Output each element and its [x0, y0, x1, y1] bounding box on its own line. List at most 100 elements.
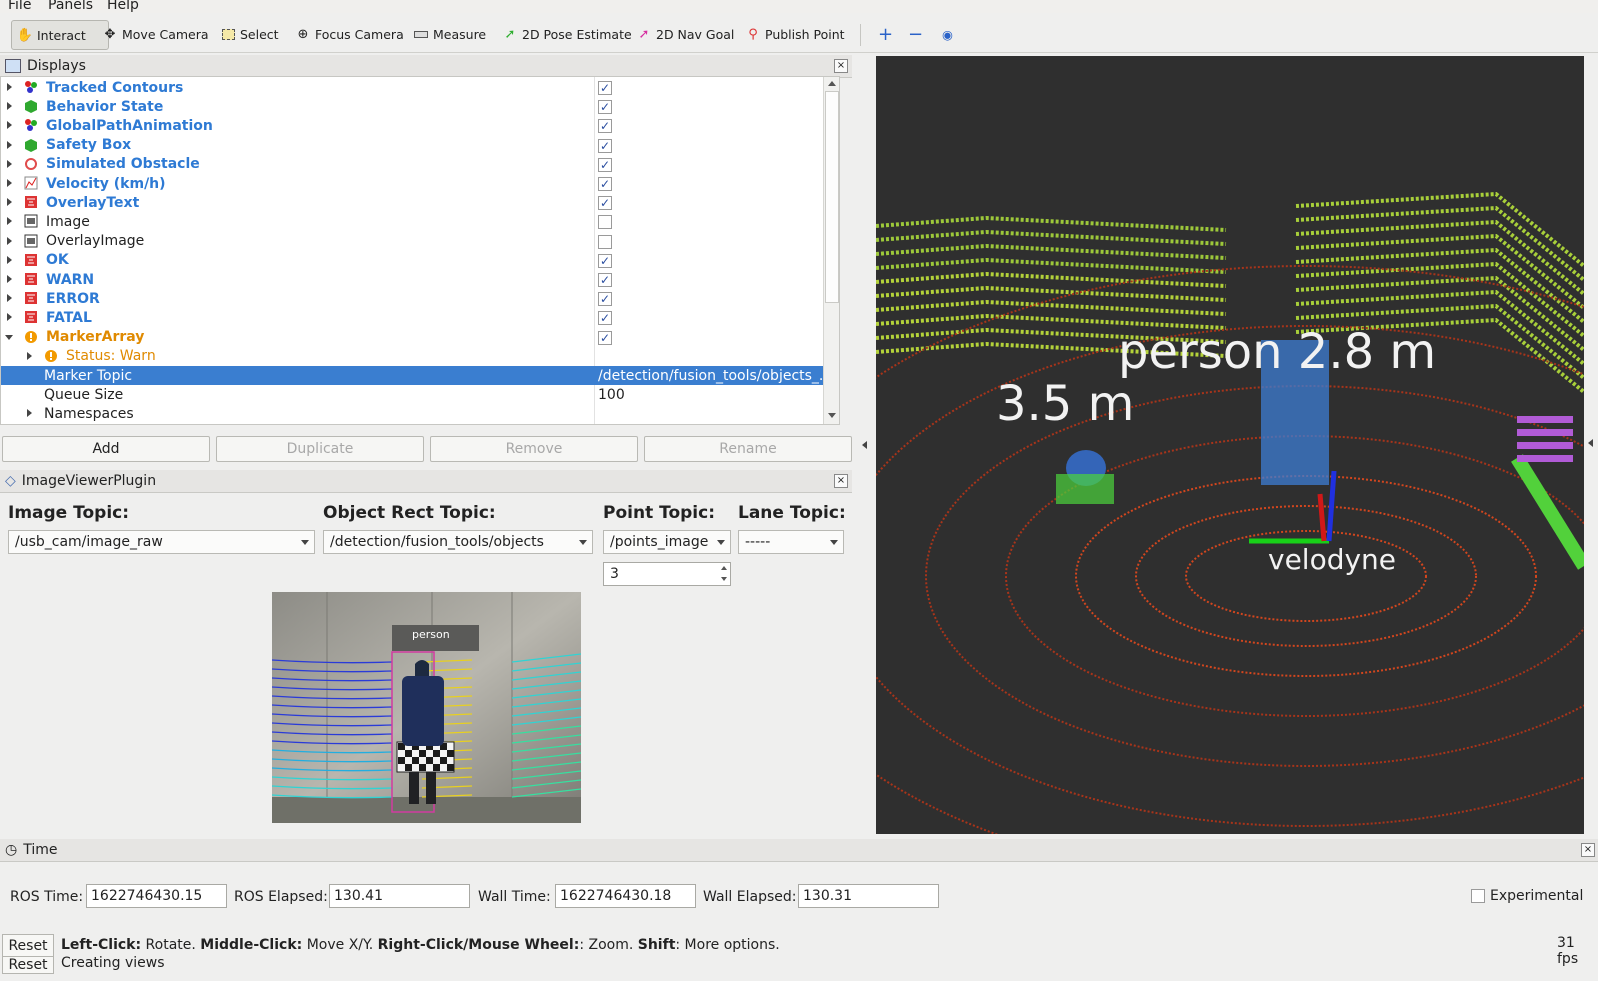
rename-button[interactable]: Rename — [644, 436, 852, 462]
queue-size-value[interactable]: 100 — [598, 387, 625, 403]
tool-publish-point[interactable]: ⚲ Publish Point — [740, 20, 851, 48]
chevron-right-icon[interactable] — [7, 159, 12, 168]
display-item[interactable]: GlobalPathAnimation ✓ — [1, 116, 823, 135]
image-viewer-title-bar: ◇ ImageViewerPlugin × — [0, 470, 852, 493]
close-icon[interactable]: × — [834, 59, 848, 73]
display-item[interactable]: Velocity (km/h) ✓ — [1, 174, 823, 193]
duplicate-button[interactable]: Duplicate — [216, 436, 424, 462]
close-icon[interactable]: × — [1581, 843, 1595, 857]
display-item-checkbox[interactable]: ✓ — [598, 157, 612, 172]
chevron-right-icon[interactable] — [7, 121, 12, 130]
collapse-right-icon[interactable] — [1588, 439, 1593, 447]
display-item-checkbox[interactable]: ✓ — [598, 292, 612, 307]
display-item-checkbox[interactable]: ✓ — [598, 273, 612, 287]
display-item[interactable]: MarkerArray ✓ — [1, 328, 823, 347]
plus-icon[interactable]: + — [872, 20, 899, 48]
chevron-right-icon[interactable] — [7, 217, 12, 226]
experimental-checkbox[interactable] — [1471, 889, 1485, 903]
chevron-down-icon[interactable] — [5, 334, 13, 340]
display-item[interactable]: Tracked Contours ✓ — [1, 78, 823, 97]
display-item[interactable]: Safety Box ✓ — [1, 136, 823, 155]
spin-up-icon[interactable] — [721, 566, 727, 570]
tool-2d-pose-estimate[interactable]: ➚ 2D Pose Estimate — [497, 20, 638, 48]
display-item-checkbox[interactable]: ✓ — [598, 196, 612, 211]
tool-measure[interactable]: Measure — [408, 20, 492, 48]
pin-icon: ⚲ — [748, 26, 758, 42]
point-topic-select[interactable]: /points_image — [603, 530, 731, 554]
display-item[interactable]: Image — [1, 212, 823, 231]
display-item-checkbox[interactable]: ✓ — [598, 311, 612, 326]
menu-panels[interactable]: Panels — [48, 0, 93, 13]
image-topic-label: Image Topic: — [8, 503, 130, 523]
tool-move-camera[interactable]: ✥ Move Camera — [97, 20, 215, 48]
display-item-checkbox[interactable]: ✓ — [598, 253, 612, 268]
display-item[interactable]: OK ✓ — [1, 251, 823, 270]
display-item[interactable]: WARN ✓ — [1, 270, 823, 289]
chevron-right-icon[interactable] — [7, 83, 12, 91]
toolbar: ✋ Interact ✥ Move Camera Select ⊕ Focus Cam… — [0, 16, 1598, 53]
display-item[interactable]: Behavior State ✓ — [1, 97, 823, 116]
chevron-right-icon[interactable] — [7, 179, 12, 187]
reset-button[interactable]: Reset — [2, 934, 54, 958]
chevron-right-icon[interactable] — [27, 409, 32, 418]
scroll-thumb[interactable] — [825, 91, 839, 303]
chevron-down-icon — [579, 540, 587, 545]
chevron-right-icon[interactable] — [7, 275, 12, 283]
display-item-checkbox[interactable]: ✓ — [598, 177, 612, 191]
point-size-spinbox[interactable]: 3 — [603, 562, 731, 586]
display-item[interactable]: FATAL ✓ — [1, 308, 823, 327]
tool-interact[interactable]: ✋ Interact — [11, 20, 109, 50]
display-item[interactable]: Simulated Obstacle ✓ — [1, 155, 823, 174]
display-item-checkbox[interactable]: ✓ — [598, 100, 612, 115]
wall-time-field[interactable]: 1622746430.18 — [555, 884, 696, 908]
minus-icon[interactable]: − — [902, 20, 929, 48]
display-item[interactable]: OverlayImage — [1, 232, 823, 251]
status-row[interactable]: Status: Warn — [1, 347, 823, 366]
marker-topic-row[interactable]: Marker Topic /detection/fusion_tools/obj… — [1, 366, 823, 385]
remove-button[interactable]: Remove — [430, 436, 638, 462]
namespaces-row[interactable]: Namespaces — [1, 404, 823, 423]
tool-label: Move Camera — [122, 26, 209, 42]
chevron-right-icon[interactable] — [7, 313, 12, 322]
scroll-up-icon[interactable] — [828, 81, 836, 86]
image-topic-select[interactable]: /usb_cam/image_raw — [8, 530, 315, 554]
display-item-checkbox[interactable]: ✓ — [598, 330, 612, 345]
display-item-checkbox[interactable] — [598, 215, 612, 230]
tool-2d-nav-goal[interactable]: ➚ 2D Nav Goal — [631, 20, 740, 48]
chevron-right-icon[interactable] — [7, 140, 12, 149]
menu-file[interactable]: File — [8, 0, 31, 13]
chevron-right-icon[interactable] — [7, 294, 12, 303]
scroll-down-icon[interactable] — [828, 413, 836, 418]
display-item[interactable]: OverlayText ✓ — [1, 193, 823, 212]
display-item[interactable]: ERROR ✓ — [1, 289, 823, 308]
spin-down-icon[interactable] — [721, 577, 727, 581]
wall-elapsed-field[interactable]: 130.31 — [798, 884, 939, 908]
ros-time-field[interactable]: 1622746430.15 — [86, 884, 227, 908]
chevron-right-icon[interactable] — [27, 351, 32, 360]
display-item-checkbox[interactable]: ✓ — [598, 81, 612, 95]
chevron-right-icon[interactable] — [7, 236, 12, 245]
chevron-right-icon[interactable] — [7, 255, 12, 264]
scrollbar[interactable] — [823, 77, 839, 424]
tool-select[interactable]: Select — [215, 20, 285, 48]
reset-button-secondary[interactable]: Reset — [2, 956, 54, 974]
display-item-checkbox[interactable] — [598, 234, 612, 249]
add-button[interactable]: Add — [2, 436, 210, 462]
tool-focus-camera[interactable]: ⊕ Focus Camera — [290, 20, 410, 48]
marker-topic-value[interactable]: /detection/fusion_tools/objects_... — [598, 368, 822, 384]
eye-icon[interactable]: ◉ — [936, 20, 959, 48]
lane-topic-select[interactable]: ----- — [738, 530, 844, 554]
collapse-left-icon[interactable] — [862, 441, 867, 449]
menu-help[interactable]: Help — [107, 0, 139, 13]
display-item-label: Tracked Contours — [46, 79, 184, 96]
close-icon[interactable]: × — [834, 474, 848, 488]
object-rect-topic-select[interactable]: /detection/fusion_tools/objects — [323, 530, 593, 554]
ros-elapsed-field[interactable]: 130.41 — [329, 884, 470, 908]
3d-viewport[interactable]: person 2.8 m 3.5 m velodyne — [876, 56, 1584, 834]
chevron-right-icon[interactable] — [7, 102, 12, 111]
display-item-checkbox[interactable]: ✓ — [598, 138, 612, 153]
display-item-checkbox[interactable]: ✓ — [598, 119, 612, 134]
chevron-right-icon[interactable] — [7, 198, 12, 207]
queue-size-row[interactable]: Queue Size 100 — [1, 385, 823, 404]
text-icon — [24, 272, 38, 286]
